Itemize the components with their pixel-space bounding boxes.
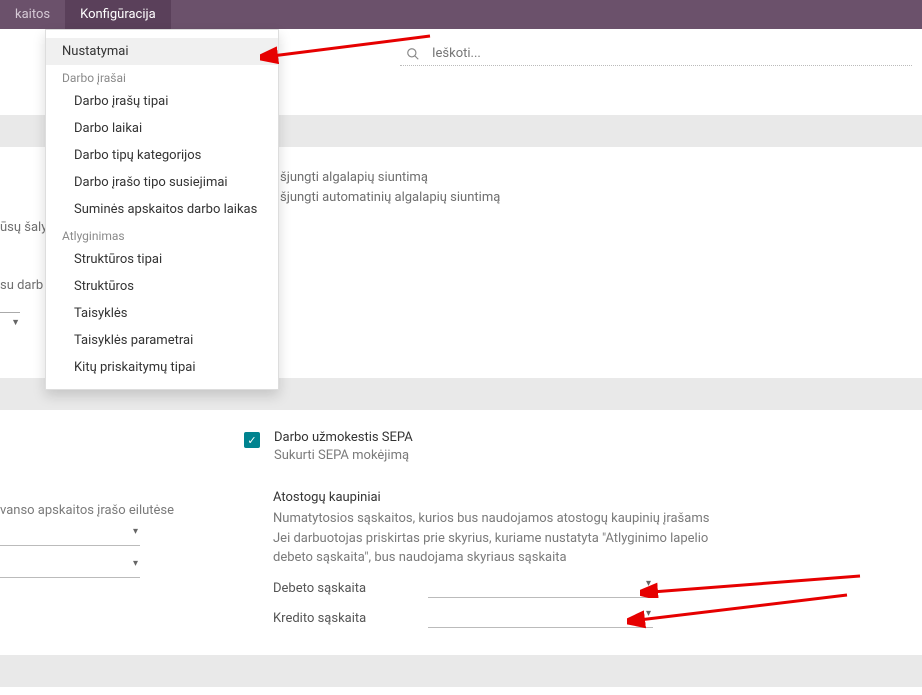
payslip-toggle-label: šjungti algalapių siuntimą — [280, 170, 500, 185]
menu-group-salary: Atlyginimas — [46, 223, 278, 246]
payslip-settings: šjungti algalapių siuntimą šjungti autom… — [280, 170, 500, 210]
left-advance-block: vanso apskaitos įrašo eilutėse — [0, 503, 174, 592]
left-dropdown-2[interactable] — [0, 560, 140, 578]
tab-configuration[interactable]: Konfigūracija — [65, 0, 171, 29]
debit-row: Debeto sąskaita — [273, 580, 733, 598]
menu-rule-params[interactable]: Taisyklės parametrai — [46, 327, 278, 354]
left-dropdown-1[interactable] — [0, 528, 140, 546]
payslip-auto-label: šjungti automatinių algalapių siuntimą — [280, 190, 500, 205]
credit-row: Kredito sąskaita — [273, 610, 733, 628]
menu-cumulative-time[interactable]: Suminės apskaitos darbo laikas — [46, 196, 278, 223]
holiday-section: Atostogų kaupiniai Numatytosios sąskaito… — [273, 490, 733, 628]
credit-label: Kredito sąskaita — [273, 611, 428, 626]
debit-label: Debeto sąskaita — [273, 581, 428, 596]
holiday-title: Atostogų kaupiniai — [273, 490, 733, 505]
small-dropdown-1[interactable]: ▼ — [0, 312, 20, 332]
holiday-desc2: Jei darbuotojas priskirtas prie skyrius,… — [273, 529, 733, 568]
sepa-label: Darbo užmokestis SEPA — [274, 430, 413, 445]
search-input[interactable] — [400, 42, 912, 66]
sepa-sub: Sukurti SEPA mokėjimą — [274, 448, 413, 463]
menu-structures[interactable]: Struktūros — [46, 273, 278, 300]
sepa-checkbox[interactable]: ✓ — [244, 432, 260, 448]
content-band-3 — [0, 655, 922, 687]
tab-changes[interactable]: kaitos — [0, 0, 65, 29]
menu-work-categories[interactable]: Darbo tipų kategorijos — [46, 142, 278, 169]
menu-other-accruals[interactable]: Kitų priskaitymų tipai — [46, 354, 278, 381]
holiday-desc1: Numatytosios sąskaitos, kurios bus naudo… — [273, 509, 733, 529]
left-advance-title: vanso apskaitos įrašo eilutėse — [0, 503, 174, 518]
menu-settings[interactable]: Nustatymai — [46, 38, 278, 65]
search-icon — [406, 46, 420, 65]
menu-group-work: Darbo įrašai — [46, 65, 278, 88]
sepa-row: ✓ Darbo užmokestis SEPA Sukurti SEPA mok… — [244, 430, 413, 463]
left-fragment-2: su darb — [0, 278, 43, 293]
menu-work-types[interactable]: Darbo įrašų tipai — [46, 88, 278, 115]
credit-account-select[interactable] — [428, 610, 653, 628]
debit-account-select[interactable] — [428, 580, 653, 598]
chevron-down-icon: ▼ — [11, 317, 20, 328]
menu-work-mappings[interactable]: Darbo įrašo tipo susiejimai — [46, 169, 278, 196]
topbar: kaitos Konfigūracija — [0, 0, 922, 29]
search-row — [400, 42, 912, 72]
menu-work-times[interactable]: Darbo laikai — [46, 115, 278, 142]
config-dropdown: Nustatymai Darbo įrašai Darbo įrašų tipa… — [45, 29, 279, 390]
menu-rules[interactable]: Taisyklės — [46, 300, 278, 327]
left-fragment-1: ūsų šaly — [0, 220, 47, 235]
menu-structure-types[interactable]: Struktūros tipai — [46, 246, 278, 273]
